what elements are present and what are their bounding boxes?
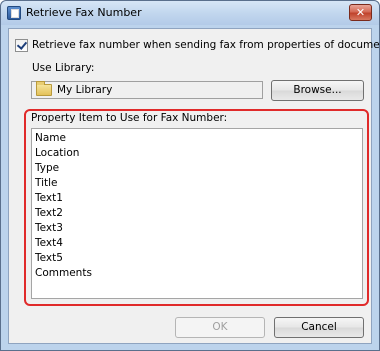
list-item[interactable]: Comments — [35, 266, 362, 281]
folder-icon — [36, 81, 52, 96]
list-item[interactable]: Text5 — [35, 251, 362, 266]
ok-button[interactable]: OK — [175, 317, 265, 338]
list-item[interactable]: Location — [35, 146, 362, 161]
list-item[interactable]: Text4 — [35, 236, 362, 251]
retrieve-checkbox[interactable] — [15, 38, 28, 52]
dialog-body: Retrieve fax number when sending fax fro… — [8, 28, 380, 344]
property-item-label: Property Item to Use for Fax Number: — [31, 112, 228, 124]
list-item[interactable]: Type — [35, 161, 362, 176]
list-item[interactable]: Name — [35, 131, 362, 146]
library-field: My Library — [31, 81, 263, 99]
list-item[interactable]: Title — [35, 176, 362, 191]
title-bar: Retrieve Fax Number ✕ — [1, 1, 379, 25]
dialog-window: Retrieve Fax Number ✕ Retrieve fax numbe… — [0, 0, 380, 351]
use-library-label: Use Library: — [32, 62, 95, 74]
window-title: Retrieve Fax Number — [26, 6, 142, 19]
property-listbox[interactable]: Name Location Type Title Text1 Text2 Tex… — [31, 128, 363, 299]
fax-app-icon — [7, 6, 21, 20]
list-item[interactable]: Text2 — [35, 206, 362, 221]
library-value: My Library — [57, 84, 113, 96]
retrieve-option[interactable]: Retrieve fax number when sending fax fro… — [15, 38, 380, 52]
close-button[interactable]: ✕ — [349, 4, 372, 21]
cancel-button[interactable]: Cancel — [274, 317, 364, 338]
list-item[interactable]: Text1 — [35, 191, 362, 206]
list-item[interactable]: Text3 — [35, 221, 362, 236]
retrieve-checkbox-label[interactable]: Retrieve fax number when sending fax fro… — [32, 39, 380, 51]
browse-button[interactable]: Browse... — [271, 80, 364, 101]
